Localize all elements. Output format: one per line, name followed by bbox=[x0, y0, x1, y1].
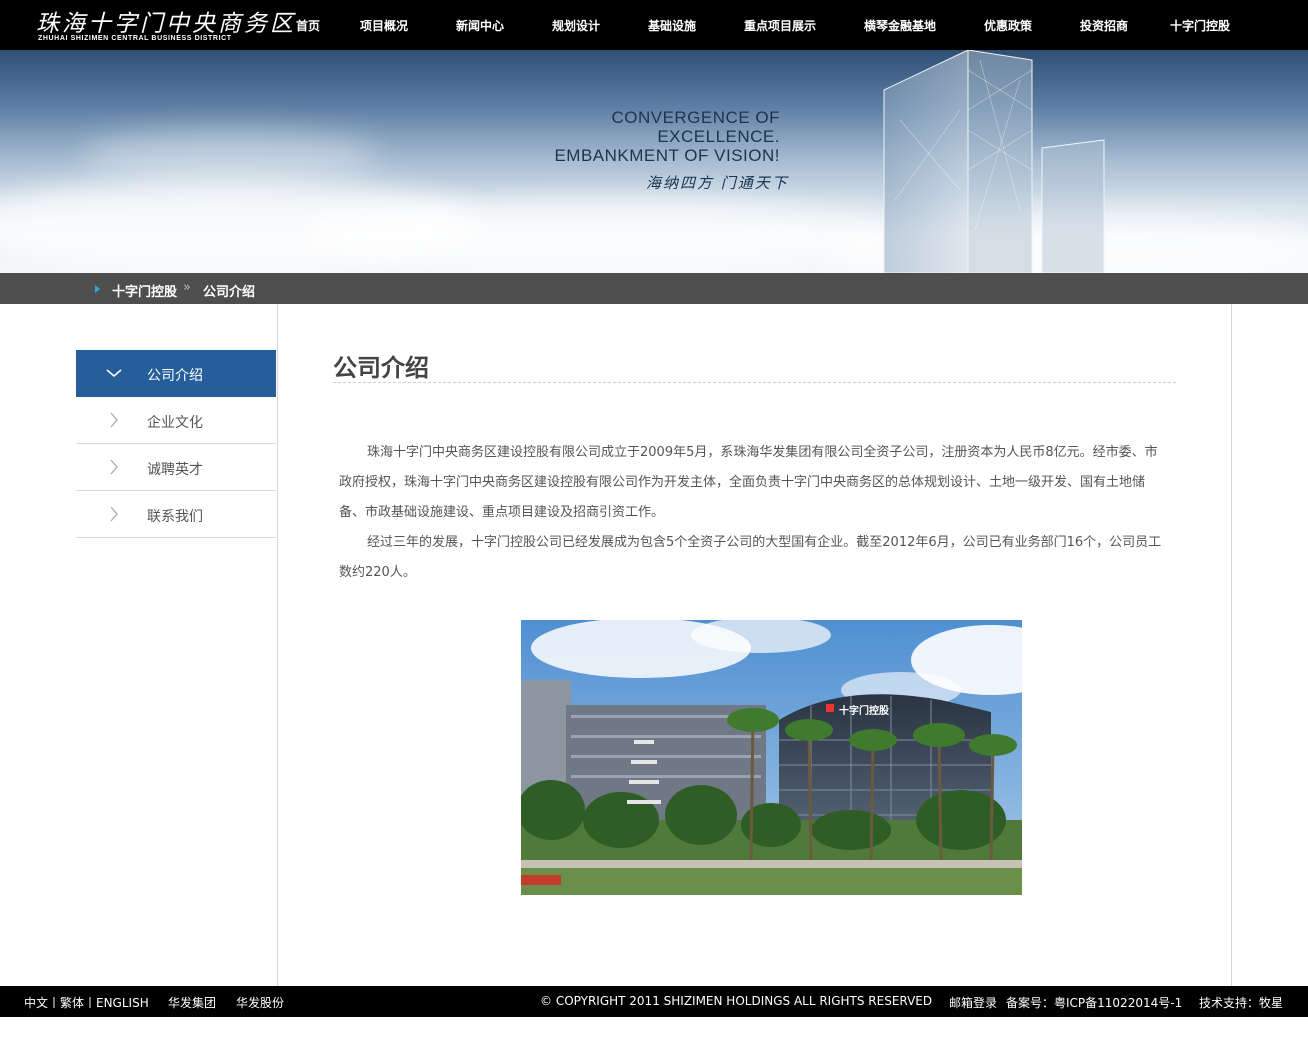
page-footer: 中文丨繁体丨ENGLISH 华发集团 华发股份 © COPYRIGHT 2011… bbox=[0, 986, 1308, 1017]
sidebar-item-label: 公司介绍 bbox=[147, 368, 203, 384]
footer-link-huafa-group[interactable]: 华发集团 bbox=[168, 994, 216, 1011]
banner-tagline-english: CONVERGENCE OF EXCELLENCE. EMBANKMENT OF… bbox=[554, 108, 780, 165]
sidebar-menu: 公司介绍 企业文化 诚聘英才 联系我们 bbox=[76, 350, 276, 538]
nav-item-holdings[interactable]: 十字门控股 bbox=[1170, 17, 1230, 34]
nav-item-planning[interactable]: 规划设计 bbox=[552, 17, 600, 34]
page-title: 公司介绍 bbox=[333, 354, 429, 382]
nav-item-infrastructure[interactable]: 基础设施 bbox=[648, 17, 696, 34]
footer-tech-support: 技术支持：牧星 bbox=[1199, 996, 1284, 1010]
nav-item-finance-base[interactable]: 横琴金融基地 bbox=[864, 17, 936, 34]
breadcrumb-separator: » bbox=[183, 280, 191, 295]
top-navigation-bar: 珠海十字门中央商务区 ZHUHAI SHIZIMEN CENTRAL BUSIN… bbox=[0, 0, 1308, 50]
intro-paragraph-2: 经过三年的发展，十字门控股公司已经发展成为包含5个全资子公司的大型国有企业。截至… bbox=[339, 535, 1162, 580]
sidebar-item-label: 企业文化 bbox=[147, 415, 203, 431]
sidebar-divider bbox=[277, 304, 278, 986]
banner-line-3: EMBANKMENT OF VISION! bbox=[554, 146, 780, 165]
site-logo[interactable]: 珠海十字门中央商务区 ZHUHAI SHIZIMEN CENTRAL BUSIN… bbox=[36, 4, 293, 46]
title-divider bbox=[333, 382, 1176, 383]
breadcrumb-parent-link[interactable]: 十字门控股 bbox=[112, 281, 177, 300]
footer-mail-login-link[interactable]: 邮箱登录 bbox=[949, 994, 997, 1011]
language-switcher[interactable]: 中文丨繁体丨ENGLISH bbox=[24, 994, 149, 1011]
nav-item-home[interactable]: 首页 bbox=[296, 17, 320, 34]
sidebar-item-label: 诚聘英才 bbox=[147, 462, 203, 478]
chevron-right-icon bbox=[110, 459, 118, 475]
sidebar-item-company-intro[interactable]: 公司介绍 bbox=[76, 350, 276, 397]
sidebar-item-culture[interactable]: 企业文化 bbox=[76, 397, 276, 444]
logo-english-text: ZHUHAI SHIZIMEN CENTRAL BUSINESS DISTRIC… bbox=[38, 35, 232, 42]
banner-skyscraper-graphic bbox=[883, 50, 1105, 273]
logo-chinese-text: 珠海十字门中央商务区 bbox=[36, 11, 296, 37]
footer-icp-number: 备案号：粤ICP备11022014号-1 bbox=[1006, 996, 1183, 1010]
breadcrumb-current: 公司介绍 bbox=[203, 285, 256, 300]
company-building-photo: 十字门控股 bbox=[521, 620, 1022, 895]
nav-item-project-overview[interactable]: 项目概况 bbox=[360, 17, 408, 34]
banner-line-1: CONVERGENCE OF bbox=[611, 108, 780, 127]
breadcrumb-arrow-icon bbox=[95, 285, 100, 293]
footer-link-huafa-shares[interactable]: 华发股份 bbox=[236, 994, 284, 1011]
chevron-right-icon bbox=[110, 412, 118, 428]
chevron-down-icon bbox=[106, 369, 122, 378]
content-right-border bbox=[1231, 304, 1232, 986]
nav-item-policy[interactable]: 优惠政策 bbox=[984, 17, 1032, 34]
nav-item-news[interactable]: 新闻中心 bbox=[456, 17, 504, 34]
footer-copyright: © COPYRIGHT 2011 SHIZIMEN HOLDINGS ALL R… bbox=[540, 994, 933, 1008]
nav-item-key-projects[interactable]: 重点项目展示 bbox=[744, 17, 816, 34]
banner-slogan-chinese: 海纳四方 门通天下 bbox=[646, 174, 789, 192]
sidebar-item-contact[interactable]: 联系我们 bbox=[76, 491, 276, 538]
hero-banner: CONVERGENCE OF EXCELLENCE. EMBANKMENT OF… bbox=[0, 50, 1308, 273]
banner-line-2: EXCELLENCE. bbox=[657, 127, 780, 146]
intro-paragraph-1: 珠海十字门中央商务区建设控股有限公司成立于2009年5月，系珠海华发集团有限公司… bbox=[339, 445, 1158, 520]
nav-item-investment[interactable]: 投资招商 bbox=[1080, 17, 1128, 34]
sidebar-item-label: 联系我们 bbox=[147, 509, 203, 525]
sidebar-item-careers[interactable]: 诚聘英才 bbox=[76, 444, 276, 491]
svg-text:十字门控股: 十字门控股 bbox=[839, 704, 890, 717]
chevron-right-icon bbox=[110, 506, 118, 522]
breadcrumb: 十字门控股 » 公司介绍 bbox=[0, 273, 1308, 304]
